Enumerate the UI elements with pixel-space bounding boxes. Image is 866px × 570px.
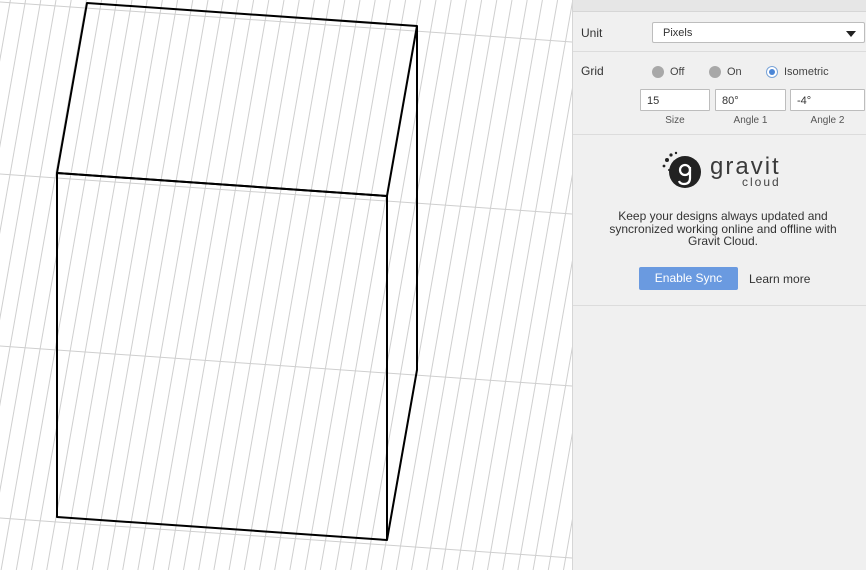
unit-select[interactable]: Pixels — [652, 22, 865, 43]
unit-label: Unit — [581, 26, 603, 40]
grid-line — [228, 0, 331, 570]
logo-subtext: cloud — [742, 175, 781, 189]
canvas-svg — [0, 0, 572, 570]
divider — [573, 51, 866, 52]
grid-size-value: 15 — [647, 95, 660, 107]
grid-line — [456, 0, 559, 570]
grid-line — [183, 0, 285, 570]
grid-line — [350, 0, 452, 570]
learn-more-link[interactable]: Learn more — [749, 272, 810, 286]
divider — [573, 305, 866, 306]
grid-line — [198, 0, 300, 570]
grid-line — [137, 0, 239, 570]
grid-line — [61, 0, 163, 570]
grid-line — [76, 0, 179, 570]
grid-angle1-caption: Angle 1 — [733, 115, 768, 126]
grid-line — [395, 0, 498, 570]
radio-off-indicator — [652, 66, 664, 78]
grid-line — [426, 0, 528, 570]
enable-sync-button[interactable]: Enable Sync — [639, 267, 738, 290]
divider — [573, 134, 866, 135]
radio-isometric-label: Isometric — [784, 66, 829, 78]
chevron-down-icon — [846, 31, 856, 37]
settings-panel: Unit Pixels Grid Off On Isometric 15 80°… — [572, 0, 866, 570]
grid-radio-off[interactable]: Off — [652, 65, 684, 79]
grid-angle1-input[interactable]: 80° — [715, 89, 786, 111]
grid-line — [289, 0, 391, 570]
grid-line — [0, 0, 103, 570]
grid-line — [441, 0, 543, 570]
grid-line — [107, 0, 209, 570]
grid-line — [0, 173, 572, 215]
grid-line — [259, 0, 361, 570]
grid-line — [0, 0, 27, 149]
radio-off-label: Off — [670, 66, 685, 78]
grid-line — [274, 0, 376, 570]
grid-line — [517, 260, 572, 570]
unit-select-value: Pixels — [663, 27, 693, 39]
grid-angle2-input[interactable]: -4° — [790, 89, 865, 111]
grid-radio-on[interactable]: On — [709, 65, 742, 79]
grid-size-input[interactable]: 15 — [640, 89, 710, 111]
grid-line — [0, 517, 572, 559]
grid-line — [335, 0, 437, 570]
radio-on-label: On — [727, 66, 742, 78]
grid-radio-isometric[interactable]: Isometric — [766, 65, 829, 79]
grid-line — [91, 0, 194, 570]
grid-label: Grid — [581, 64, 604, 78]
grid-line — [243, 0, 346, 570]
grid-angle1-value: 80° — [722, 95, 739, 107]
grid-line — [0, 345, 572, 387]
grid-line — [31, 0, 133, 570]
grid-line — [487, 87, 572, 570]
grid-line — [0, 0, 11, 62]
sync-message: Keep your designs always updated and syn… — [609, 209, 837, 248]
cube-shape[interactable] — [56, 2, 418, 541]
design-canvas[interactable] — [0, 0, 572, 570]
grid-line — [122, 0, 224, 570]
grid-line — [46, 0, 148, 570]
radio-on-indicator — [709, 66, 721, 78]
grid-angle2-caption: Angle 2 — [810, 115, 845, 126]
grid-line — [15, 0, 118, 570]
grid-line — [411, 0, 513, 570]
grid-line — [152, 0, 255, 570]
grid-line — [213, 0, 315, 570]
grid-line — [167, 0, 270, 570]
grid-line — [0, 0, 57, 321]
grid-angle2-value: -4° — [797, 95, 812, 107]
grid-line — [471, 1, 572, 570]
radio-isometric-indicator — [766, 66, 778, 78]
isometric-grid — [0, 0, 572, 570]
panel-top-bar — [573, 0, 866, 12]
grid-line — [304, 0, 407, 570]
grid-size-caption: Size — [665, 115, 685, 126]
